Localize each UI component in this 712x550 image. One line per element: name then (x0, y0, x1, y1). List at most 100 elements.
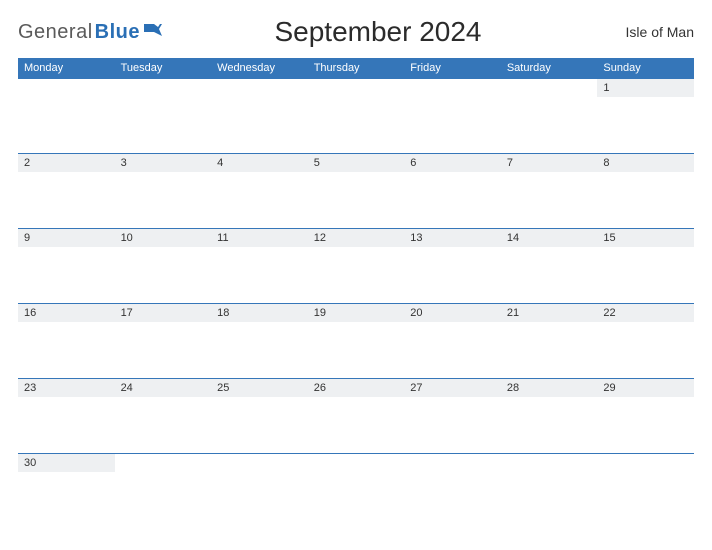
calendar-day: 28 (501, 379, 598, 453)
calendar-day (404, 454, 501, 484)
day-number: 13 (404, 229, 501, 247)
day-number: 11 (211, 229, 308, 247)
day-number: 6 (404, 154, 501, 172)
calendar-day: 7 (501, 154, 598, 228)
day-number: 15 (597, 229, 694, 247)
day-number (211, 79, 308, 97)
calendar-day: 1 (597, 79, 694, 153)
day-number: 1 (597, 79, 694, 97)
day-number (597, 454, 694, 472)
weekday-fri: Friday (404, 58, 501, 78)
calendar: Monday Tuesday Wednesday Thursday Friday… (18, 58, 694, 484)
day-number (211, 454, 308, 472)
calendar-day: 30 (18, 454, 115, 484)
day-number (18, 79, 115, 97)
logo-text-blue: Blue (95, 21, 140, 44)
calendar-day: 25 (211, 379, 308, 453)
day-number: 30 (18, 454, 115, 472)
day-number: 26 (308, 379, 405, 397)
calendar-day: 8 (597, 154, 694, 228)
weekday-sun: Sunday (597, 58, 694, 78)
calendar-day (18, 79, 115, 153)
day-number: 10 (115, 229, 212, 247)
day-number: 28 (501, 379, 598, 397)
day-number (115, 79, 212, 97)
day-number: 27 (404, 379, 501, 397)
calendar-day: 4 (211, 154, 308, 228)
day-number (501, 79, 598, 97)
calendar-week: 16171819202122 (18, 303, 694, 378)
day-number: 19 (308, 304, 405, 322)
calendar-day (404, 79, 501, 153)
calendar-day (501, 454, 598, 484)
day-number: 20 (404, 304, 501, 322)
day-number: 17 (115, 304, 212, 322)
calendar-week: 9101112131415 (18, 228, 694, 303)
calendar-day: 10 (115, 229, 212, 303)
day-number (404, 79, 501, 97)
calendar-day: 27 (404, 379, 501, 453)
calendar-day: 2 (18, 154, 115, 228)
calendar-day: 16 (18, 304, 115, 378)
day-number: 24 (115, 379, 212, 397)
day-number: 18 (211, 304, 308, 322)
calendar-day: 20 (404, 304, 501, 378)
calendar-day (115, 79, 212, 153)
calendar-week: 1 (18, 78, 694, 153)
day-number: 5 (308, 154, 405, 172)
calendar-day: 15 (597, 229, 694, 303)
calendar-day (308, 454, 405, 484)
logo-text-general: General (18, 21, 93, 44)
day-number: 16 (18, 304, 115, 322)
calendar-day: 9 (18, 229, 115, 303)
calendar-day: 6 (404, 154, 501, 228)
calendar-day: 24 (115, 379, 212, 453)
calendar-day: 29 (597, 379, 694, 453)
calendar-day: 14 (501, 229, 598, 303)
day-number: 25 (211, 379, 308, 397)
calendar-week: 23242526272829 (18, 378, 694, 453)
calendar-week: 2345678 (18, 153, 694, 228)
calendar-day (308, 79, 405, 153)
weekday-tue: Tuesday (115, 58, 212, 78)
weekday-thu: Thursday (308, 58, 405, 78)
calendar-day: 3 (115, 154, 212, 228)
day-number: 22 (597, 304, 694, 322)
day-number: 8 (597, 154, 694, 172)
calendar-grid: 1234567891011121314151617181920212223242… (18, 78, 694, 484)
calendar-day: 19 (308, 304, 405, 378)
calendar-day: 22 (597, 304, 694, 378)
day-number: 23 (18, 379, 115, 397)
weekday-wed: Wednesday (211, 58, 308, 78)
calendar-day: 18 (211, 304, 308, 378)
day-number: 3 (115, 154, 212, 172)
calendar-day: 12 (308, 229, 405, 303)
day-number: 4 (211, 154, 308, 172)
calendar-day: 13 (404, 229, 501, 303)
calendar-day (211, 79, 308, 153)
calendar-day: 17 (115, 304, 212, 378)
day-number (115, 454, 212, 472)
calendar-day (501, 79, 598, 153)
day-number: 12 (308, 229, 405, 247)
logo-flag-icon (144, 24, 162, 43)
calendar-day: 11 (211, 229, 308, 303)
region-label: Isle of Man (594, 24, 694, 40)
day-number (308, 79, 405, 97)
day-number: 29 (597, 379, 694, 397)
calendar-day: 23 (18, 379, 115, 453)
calendar-day (211, 454, 308, 484)
weekday-header: Monday Tuesday Wednesday Thursday Friday… (18, 58, 694, 78)
calendar-day: 5 (308, 154, 405, 228)
weekday-sat: Saturday (501, 58, 598, 78)
day-number: 7 (501, 154, 598, 172)
day-number: 2 (18, 154, 115, 172)
day-number: 14 (501, 229, 598, 247)
day-number: 9 (18, 229, 115, 247)
weekday-mon: Monday (18, 58, 115, 78)
header: General Blue September 2024 Isle of Man (18, 12, 694, 58)
day-number: 21 (501, 304, 598, 322)
calendar-day: 26 (308, 379, 405, 453)
page-title: September 2024 (162, 16, 594, 48)
calendar-day (115, 454, 212, 484)
